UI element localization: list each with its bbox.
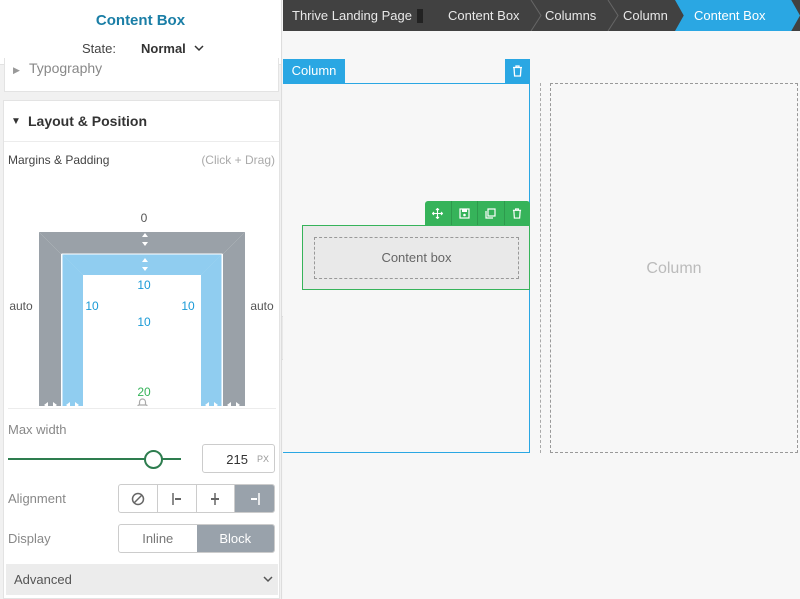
- display-label: Display: [8, 531, 51, 546]
- move-button[interactable]: [425, 201, 452, 226]
- padding-left-value[interactable]: 10: [72, 299, 112, 313]
- breadcrumb: Thrive Landing Page Content Box Columns …: [283, 0, 800, 31]
- trash-icon: [513, 65, 522, 77]
- state-dropdown[interactable]: Normal: [141, 41, 186, 56]
- align-center-icon: [211, 492, 220, 505]
- move-icon: [432, 208, 444, 219]
- display-block-button[interactable]: Block: [196, 525, 274, 552]
- caret-down-icon: ▼: [11, 116, 21, 127]
- padding-bottom-value[interactable]: 10: [124, 315, 164, 329]
- advanced-label: Advanced: [14, 572, 72, 587]
- breadcrumb-item-columns[interactable]: Columns: [545, 0, 596, 31]
- empty-column[interactable]: Column: [550, 83, 798, 453]
- margin-bottom-value[interactable]: 20: [124, 385, 164, 399]
- chevron-down-icon[interactable]: [193, 42, 205, 54]
- margin-right-area: [223, 232, 245, 406]
- layout-section-header[interactable]: ▼ Layout & Position: [4, 101, 279, 142]
- align-left-icon: [171, 492, 181, 505]
- copy-icon: [485, 208, 496, 219]
- margins-padding-label: Margins & Padding: [8, 153, 110, 167]
- margin-left-area: [39, 232, 61, 406]
- typography-label: Typography: [29, 60, 103, 76]
- padding-right-value[interactable]: 10: [168, 299, 208, 313]
- alignment-group: [118, 484, 275, 513]
- layout-position-section: ▼ Layout & Position Margins & Padding (C…: [3, 100, 280, 599]
- breadcrumb-separator-block: [417, 9, 423, 23]
- empty-column-label: Column: [646, 260, 702, 277]
- alignment-label: Alignment: [8, 491, 66, 506]
- caret-right-icon: ▶: [13, 65, 20, 75]
- margin-left-value[interactable]: auto: [1, 299, 41, 313]
- content-box-placeholder[interactable]: Content box: [314, 237, 519, 279]
- breadcrumb-item-page[interactable]: Thrive Landing Page: [292, 0, 412, 31]
- align-right-button[interactable]: [235, 485, 274, 512]
- margins-padding-hint: (Click + Drag): [201, 153, 275, 167]
- advanced-section[interactable]: Advanced: [6, 564, 278, 595]
- max-width-label: Max width: [8, 422, 67, 437]
- duplicate-button[interactable]: [478, 201, 505, 226]
- align-right-icon: [250, 492, 260, 505]
- max-width-value: 215: [226, 452, 248, 467]
- margin-top-value[interactable]: 0: [124, 211, 164, 225]
- padding-top-value[interactable]: 10: [124, 278, 164, 292]
- breadcrumb-item-current[interactable]: Content Box: [694, 0, 766, 31]
- state-label: State:: [82, 41, 116, 56]
- save-icon: [459, 208, 470, 219]
- breadcrumb-item-content-box[interactable]: Content Box: [448, 0, 520, 31]
- box-model-editor[interactable]: [4, 206, 279, 406]
- breadcrumb-chevron-icon: [607, 0, 619, 31]
- display-inline-button[interactable]: Inline: [119, 525, 197, 552]
- layout-section-title: Layout & Position: [28, 113, 147, 129]
- breadcrumb-item-column[interactable]: Column: [623, 0, 668, 31]
- max-width-slider-thumb[interactable]: [143, 450, 163, 469]
- panel-title: Content Box: [95, 12, 186, 29]
- chevron-down-icon: [263, 576, 273, 583]
- margin-top-area: [39, 232, 245, 254]
- delete-button[interactable]: [505, 201, 531, 226]
- save-template-button[interactable]: [452, 201, 478, 226]
- editor-canvas: Column Content box Column: [283, 31, 800, 599]
- editor-sidebar: Content Box State: Normal ▶ Typography ▼…: [0, 0, 282, 599]
- max-width-unit: PX: [256, 454, 269, 464]
- content-box[interactable]: Content box: [302, 225, 530, 290]
- display-toggle: Inline Block: [118, 524, 275, 553]
- padding-right-area: [201, 254, 222, 406]
- align-none-button[interactable]: [119, 485, 158, 512]
- column-tag[interactable]: Column: [283, 59, 345, 83]
- max-width-input[interactable]: 215 PX: [202, 444, 275, 473]
- panel-header: Content Box State: Normal: [0, 0, 281, 65]
- trash-icon: [513, 208, 522, 219]
- typography-section[interactable]: ▶ Typography: [4, 58, 279, 92]
- delete-column-button[interactable]: [505, 59, 530, 83]
- align-center-button[interactable]: [197, 485, 236, 512]
- column-divider[interactable]: [540, 83, 541, 453]
- no-align-icon: [131, 492, 145, 505]
- align-left-button[interactable]: [158, 485, 197, 512]
- padding-left-area: [62, 254, 83, 406]
- margin-right-value[interactable]: auto: [242, 299, 281, 313]
- content-box-toolbar: [425, 201, 530, 226]
- divider: [8, 408, 276, 409]
- breadcrumb-chevron-icon: [530, 0, 542, 31]
